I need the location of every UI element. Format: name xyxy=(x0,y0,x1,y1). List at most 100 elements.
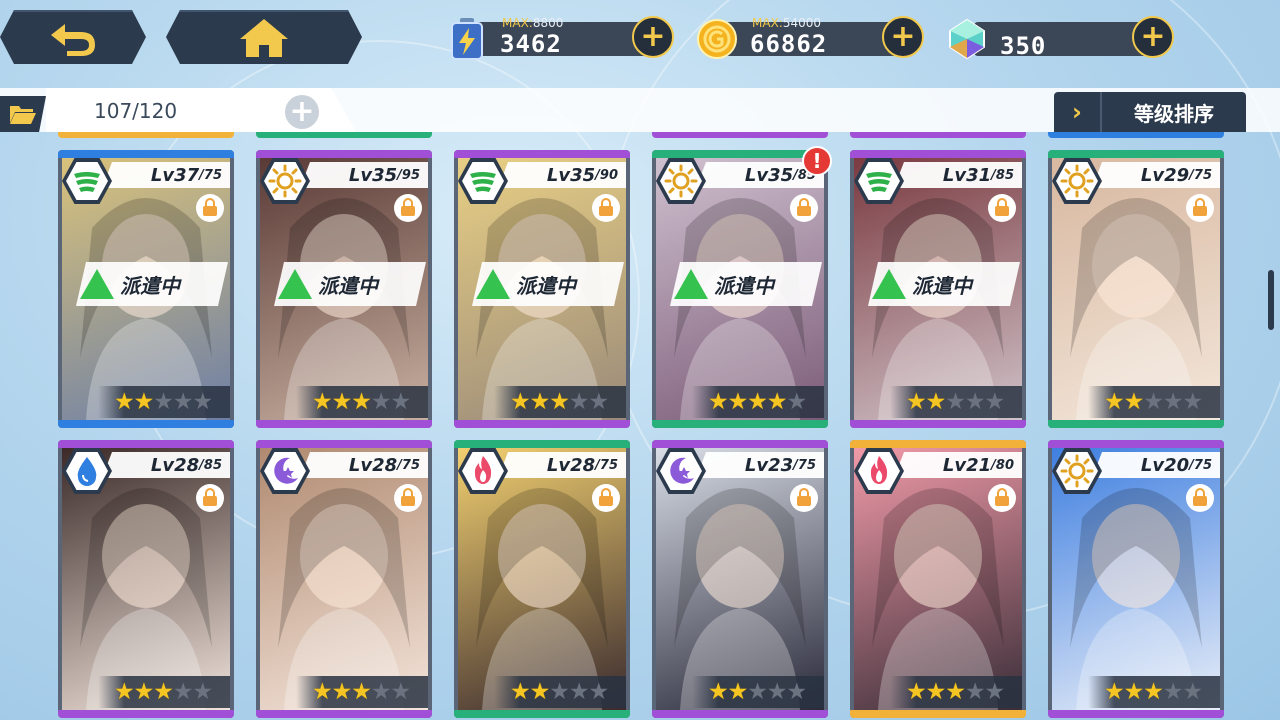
back-button[interactable] xyxy=(0,10,146,64)
character-card[interactable]: Lv28/75 ★ ★ ★ ★ ★ xyxy=(256,440,432,718)
lock-button[interactable] xyxy=(196,194,224,222)
lock-icon xyxy=(1193,197,1207,216)
star-empty-icon: ★ xyxy=(172,678,194,705)
previous-row-edge xyxy=(850,132,1026,138)
star-filled-icon: ★ xyxy=(1104,388,1125,415)
lock-button[interactable] xyxy=(988,484,1016,512)
rarity-strip xyxy=(850,150,1026,158)
add-gold-button[interactable]: + xyxy=(882,16,924,58)
dispatch-status: 派遣中 xyxy=(868,262,1020,306)
dispatch-icon xyxy=(872,269,906,299)
character-card[interactable]: Lv21/80 ★ ★ ★ ★ ★ xyxy=(850,440,1026,718)
lock-icon xyxy=(203,487,217,506)
level-label: Lv35/90 xyxy=(498,162,626,188)
dispatch-icon xyxy=(476,269,510,299)
rarity-strip xyxy=(652,710,828,718)
scrollbar[interactable] xyxy=(1268,270,1274,330)
chevron-right-icon: › xyxy=(1054,92,1102,132)
gold-coin-icon xyxy=(694,16,740,62)
rarity-strip xyxy=(454,440,630,448)
character-card[interactable]: Lv28/85 ★ ★ ★ ★ ★ xyxy=(58,440,234,718)
lock-icon xyxy=(995,197,1009,216)
lock-button[interactable] xyxy=(592,194,620,222)
fire-element-icon xyxy=(462,452,504,490)
star-filled-icon: ★ xyxy=(708,678,729,705)
level-label: Lv29/75 xyxy=(1092,162,1220,188)
level-value: Lv21 xyxy=(942,454,992,476)
dispatch-status: 派遣中 xyxy=(472,262,624,306)
sort-button[interactable]: › 等级排序 xyxy=(1054,92,1246,132)
add-gem-button[interactable]: + xyxy=(1132,16,1174,58)
star-empty-icon: ★ xyxy=(1182,678,1204,705)
stamina-max: MAX:8800 xyxy=(502,16,564,30)
character-card[interactable]: Lv31/85 派遣中 ★ ★ ★ ★ ★ xyxy=(850,150,1026,428)
lock-icon xyxy=(203,197,217,216)
character-card[interactable]: Lv35/85 派遣中 ★ ★ ★ ★ ★ xyxy=(652,150,828,428)
star-filled-icon: ★ xyxy=(906,678,927,705)
wind-element-icon xyxy=(66,162,108,200)
light-element-icon xyxy=(264,162,306,200)
rarity-strip xyxy=(850,420,1026,428)
level-label: Lv31/85 xyxy=(894,162,1022,188)
dispatch-label: 派遣中 xyxy=(912,273,972,298)
level-label: Lv28/75 xyxy=(300,452,428,478)
lock-button[interactable] xyxy=(988,194,1016,222)
star-rating: ★ ★ ★ ★ ★ xyxy=(890,386,1022,418)
add-stamina-button[interactable]: + xyxy=(632,16,674,58)
lock-icon xyxy=(797,487,811,506)
lock-button[interactable] xyxy=(1186,484,1214,512)
star-filled-icon: ★ xyxy=(1104,678,1125,705)
level-value: Lv28 xyxy=(546,454,596,476)
lock-icon xyxy=(995,487,1009,506)
home-button[interactable] xyxy=(166,10,362,64)
previous-row-edge xyxy=(652,132,828,138)
star-filled-icon: ★ xyxy=(351,678,372,705)
star-empty-icon: ★ xyxy=(390,388,412,415)
lock-button[interactable] xyxy=(196,484,224,512)
star-rating: ★ ★ ★ ★ ★ xyxy=(1088,386,1220,418)
rarity-strip xyxy=(454,420,630,428)
lock-button[interactable] xyxy=(394,484,422,512)
star-filled-icon: ★ xyxy=(114,388,135,415)
folder-button[interactable] xyxy=(0,96,46,132)
star-empty-icon: ★ xyxy=(786,678,808,705)
star-empty-icon: ★ xyxy=(370,678,392,705)
lock-button[interactable] xyxy=(394,194,422,222)
dispatch-status: 派遣中 xyxy=(76,262,228,306)
rarity-strip xyxy=(58,440,234,448)
lock-button[interactable] xyxy=(592,484,620,512)
dispatch-status: 派遣中 xyxy=(670,262,822,306)
star-rating: ★ ★ ★ ★ ★ xyxy=(296,676,428,708)
character-card[interactable]: Lv28/75 ★ ★ ★ ★ ★ xyxy=(454,440,630,718)
rarity-strip xyxy=(1048,420,1224,428)
expand-capacity-button[interactable]: + xyxy=(285,95,319,129)
star-filled-icon: ★ xyxy=(529,388,551,415)
level-label: Lv21/80 xyxy=(894,452,1022,478)
lock-icon xyxy=(1193,487,1207,506)
level-value: Lv37 xyxy=(150,164,200,186)
star-filled-icon: ★ xyxy=(906,388,927,415)
character-card[interactable]: Lv35/95 派遣中 ★ ★ ★ ★ ★ xyxy=(256,150,432,428)
character-card[interactable]: Lv20/75 ★ ★ ★ ★ ★ xyxy=(1048,440,1224,718)
star-filled-icon: ★ xyxy=(351,388,372,415)
rarity-strip xyxy=(1048,440,1224,448)
character-card[interactable]: Lv37/75 派遣中 ★ ★ ★ ★ ★ xyxy=(58,150,234,428)
crystal-icon xyxy=(944,16,990,62)
lock-icon xyxy=(401,197,415,216)
star-rating: ★ ★ ★ ★ ★ xyxy=(1088,676,1220,708)
star-empty-icon: ★ xyxy=(568,678,590,705)
rarity-strip xyxy=(256,420,432,428)
lock-button[interactable] xyxy=(790,194,818,222)
lock-button[interactable] xyxy=(1186,194,1214,222)
dispatch-label: 派遣中 xyxy=(516,273,576,298)
character-card[interactable]: Lv35/90 派遣中 ★ ★ ★ ★ ★ xyxy=(454,150,630,428)
level-value: Lv23 xyxy=(744,454,794,476)
star-empty-icon: ★ xyxy=(568,388,590,415)
star-rating: ★ ★ ★ ★ ★ xyxy=(494,676,626,708)
character-card[interactable]: Lv29/75 ★ ★ ★ ★ ★ xyxy=(1048,150,1224,428)
star-rating: ★ ★ ★ ★ ★ xyxy=(98,676,230,708)
character-card[interactable]: Lv23/75 ★ ★ ★ ★ ★ xyxy=(652,440,828,718)
lock-button[interactable] xyxy=(790,484,818,512)
level-label: Lv23/75 xyxy=(696,452,824,478)
dispatch-icon xyxy=(674,269,708,299)
